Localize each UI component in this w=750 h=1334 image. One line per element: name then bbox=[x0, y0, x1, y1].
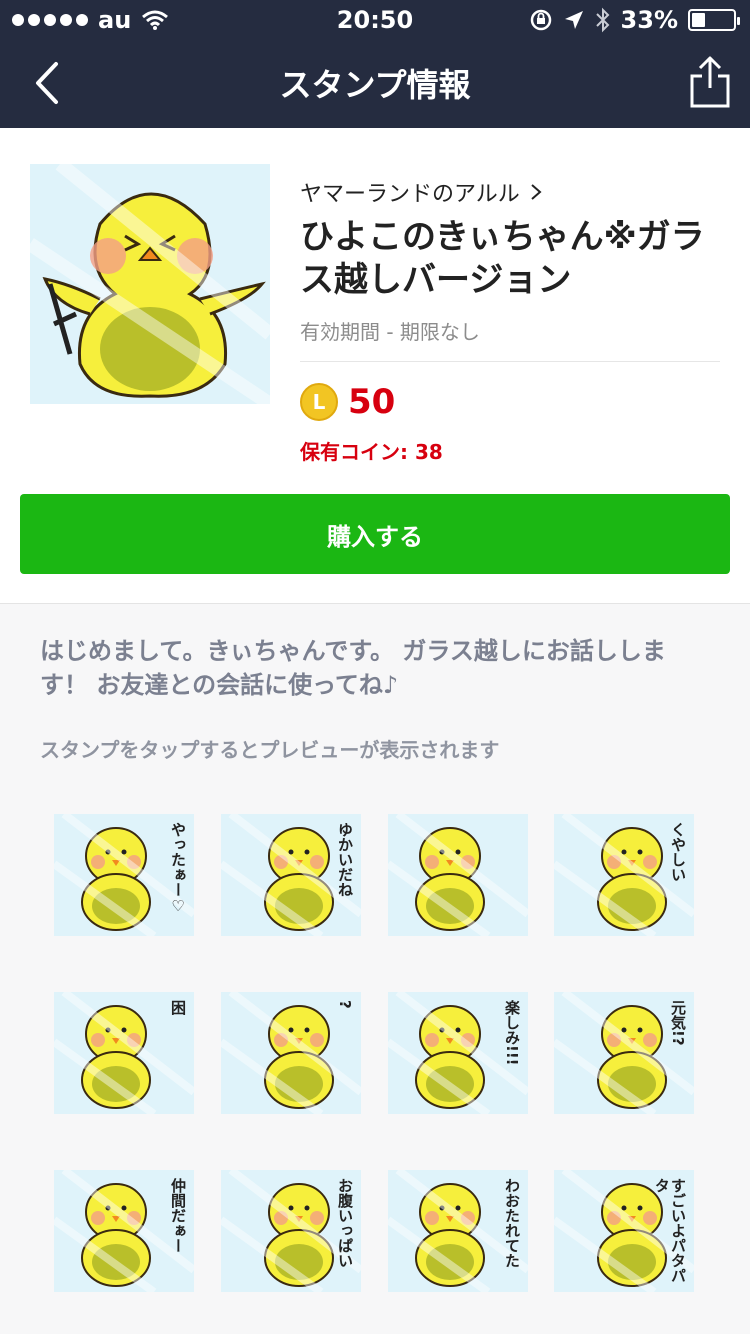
location-arrow-icon bbox=[564, 11, 583, 29]
product-card: ヤマーランドのアルル ひよこのきぃちゃん※ガラス越しバージョン 有効期間 - 期… bbox=[0, 128, 750, 604]
sticker-label: お腹いっぱい bbox=[337, 1178, 353, 1268]
buy-button[interactable]: 購入する bbox=[20, 494, 730, 574]
page-title: スタンプ情報 bbox=[279, 66, 471, 104]
description: はじめまして。きぃちゃんです。 ガラス越しにお話しします！ お友達との会話に使っ… bbox=[40, 637, 666, 699]
product-title: ひよこのきぃちゃん※ガラス越しバージョン bbox=[300, 217, 705, 300]
preview-hint: スタンプをタップするとプレビューが表示されます bbox=[40, 738, 500, 762]
rotation-lock-icon bbox=[530, 9, 551, 31]
sticker-thumb[interactable]: すごいよパタパタ bbox=[554, 1170, 694, 1292]
sticker-thumb[interactable]: 楽しみ!!! bbox=[388, 992, 528, 1114]
status-bar: au 20:50 33% bbox=[0, 0, 750, 40]
sticker-label: 困 bbox=[170, 1000, 186, 1015]
top-bar: au 20:50 33% スタンプ情報 bbox=[0, 0, 750, 128]
sticker-thumb[interactable]: ? bbox=[221, 992, 361, 1114]
sticker-thumb[interactable]: ゆかいだね bbox=[221, 814, 361, 936]
author-name: ヤマーランドのアルル bbox=[300, 182, 520, 207]
sticker-thumb[interactable] bbox=[388, 814, 528, 936]
sticker-thumb[interactable]: やったぁー♡ bbox=[54, 814, 194, 936]
sticker-label: すごいよパタパタ bbox=[654, 1178, 686, 1283]
price-value: 50 bbox=[348, 382, 396, 422]
author-link[interactable]: ヤマーランドのアルル bbox=[300, 176, 720, 208]
sticker-label: ゆかいだね bbox=[337, 822, 353, 897]
sticker-thumb[interactable]: わおたれてた bbox=[388, 1170, 528, 1292]
battery-percent: 33% bbox=[620, 6, 678, 34]
sticker-thumb[interactable]: お腹いっぱい bbox=[221, 1170, 361, 1292]
sticker-label: 仲間だぁー bbox=[170, 1178, 186, 1253]
product-info: ヤマーランドのアルル ひよこのきぃちゃん※ガラス越しバージョン 有効期間 - 期… bbox=[300, 176, 720, 465]
bluetooth-icon bbox=[595, 7, 609, 33]
sticker-label: 楽しみ!!! bbox=[504, 1000, 520, 1066]
sticker-label: くやしい bbox=[670, 822, 686, 882]
coin-icon: L bbox=[300, 383, 338, 421]
sticker-label: ? bbox=[337, 1000, 353, 1009]
sticker-main-image bbox=[30, 164, 270, 404]
price-row: L 50 bbox=[300, 382, 720, 422]
sticker-thumb[interactable]: 元気!? bbox=[554, 992, 694, 1114]
owned-coins: 保有コイン: 38 bbox=[300, 440, 443, 464]
sticker-label: 元気!? bbox=[670, 1000, 686, 1046]
chevron-right-icon bbox=[531, 184, 542, 200]
sticker-label: わおたれてた bbox=[504, 1178, 520, 1268]
sticker-label: やったぁー♡ bbox=[170, 822, 186, 915]
sticker-thumb[interactable]: 仲間だぁー bbox=[54, 1170, 194, 1292]
battery-icon bbox=[688, 9, 740, 31]
sticker-thumb[interactable]: くやしい bbox=[554, 814, 694, 936]
share-icon[interactable] bbox=[688, 54, 732, 110]
validity-period: 有効期間 - 期限なし bbox=[300, 316, 720, 362]
sticker-thumb[interactable]: 困 bbox=[54, 992, 194, 1114]
